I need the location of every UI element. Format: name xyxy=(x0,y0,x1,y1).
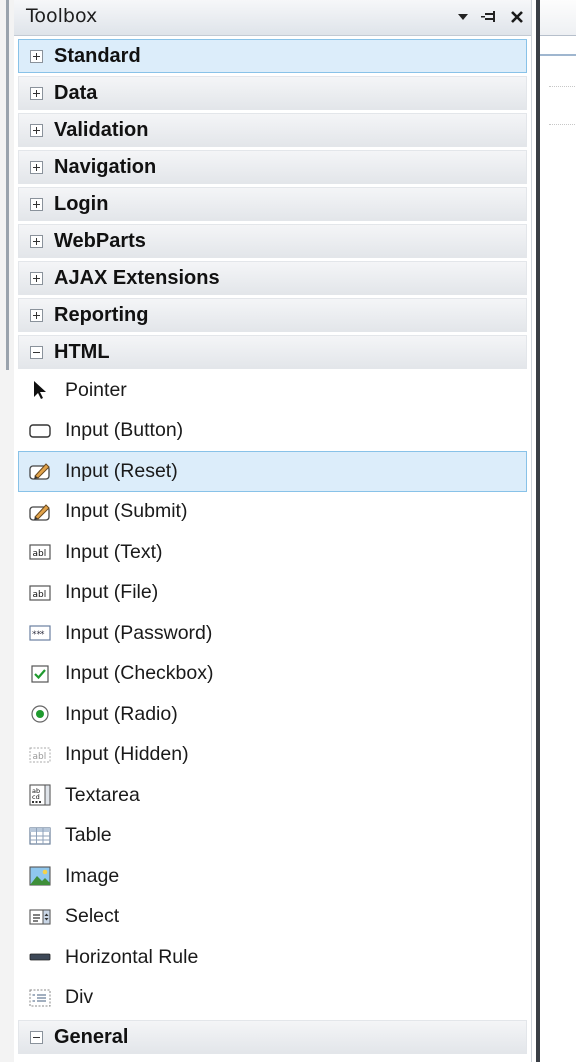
category-label: AJAX Extensions xyxy=(54,266,220,289)
triangle-down-icon[interactable] xyxy=(450,4,476,30)
tool-item-input-button[interactable]: Input (Button) xyxy=(18,411,527,452)
radio-icon xyxy=(29,703,51,725)
expand-icon[interactable] xyxy=(30,308,43,322)
tool-item-label: Textarea xyxy=(65,783,140,806)
reset-pencil-icon xyxy=(29,460,51,482)
tool-item-label: Table xyxy=(65,824,112,847)
category-general[interactable]: General xyxy=(18,1020,527,1054)
dotted-guide xyxy=(549,124,575,125)
tool-item-input-checkbox[interactable]: Input (Checkbox) xyxy=(18,654,527,695)
category-label: Data xyxy=(54,81,98,104)
tool-item-pointer[interactable]: Pointer xyxy=(18,370,527,411)
tool-item-label: Input (Submit) xyxy=(65,500,188,523)
collapse-icon[interactable] xyxy=(30,345,43,359)
svg-text:cd: cd xyxy=(32,793,40,801)
category-label: Navigation xyxy=(54,155,157,178)
vertical-splitter[interactable] xyxy=(536,0,540,1062)
pin-icon[interactable] xyxy=(476,4,502,30)
category-label: Login xyxy=(54,192,109,215)
category-label: WebParts xyxy=(54,229,146,252)
expand-icon[interactable] xyxy=(30,86,43,100)
category-label: Reporting xyxy=(54,303,149,326)
pointer-arrow-icon xyxy=(29,379,51,401)
tool-item-input-text[interactable]: abl Input (Text) xyxy=(18,532,527,573)
file-abl-icon: abl xyxy=(29,582,51,604)
tool-item-label: Pointer xyxy=(65,378,127,401)
toolbox-window: Toolbox Standard Data Validation Navigat… xyxy=(0,0,576,1062)
expand-icon[interactable] xyxy=(30,49,43,63)
textarea-icon: ab cd xyxy=(29,784,51,806)
tool-item-image[interactable]: Image xyxy=(18,856,527,897)
toolbox-titlebar[interactable]: Toolbox xyxy=(14,0,531,36)
tool-item-select[interactable]: Select xyxy=(18,897,527,938)
category-login[interactable]: Login xyxy=(18,187,527,221)
tool-item-label: Input (Checkbox) xyxy=(65,662,214,685)
tool-item-label: Input (Radio) xyxy=(65,702,178,725)
tool-item-label: Input (Text) xyxy=(65,540,163,563)
checkbox-icon xyxy=(29,663,51,685)
toolbox-title: Toolbox xyxy=(26,5,98,27)
tool-item-label: Input (Reset) xyxy=(65,459,178,482)
close-icon[interactable] xyxy=(504,4,530,30)
tool-item-label: Input (Password) xyxy=(65,621,213,644)
expand-icon[interactable] xyxy=(30,271,43,285)
editor-edge xyxy=(533,0,576,1062)
svg-text:abl: abl xyxy=(33,590,47,600)
tool-item-label: Select xyxy=(65,905,120,928)
tool-item-input-radio[interactable]: Input (Radio) xyxy=(18,694,527,735)
tool-item-input-submit[interactable]: Input (Submit) xyxy=(18,492,527,533)
tool-item-label: Input (Button) xyxy=(65,419,184,442)
tool-item-input-file[interactable]: abl Input (File) xyxy=(18,573,527,614)
expand-icon[interactable] xyxy=(30,160,43,174)
svg-text:abl: abl xyxy=(33,549,47,559)
category-reporting[interactable]: Reporting xyxy=(18,298,527,332)
div-icon xyxy=(29,987,51,1009)
category-webparts[interactable]: WebParts xyxy=(18,224,527,258)
category-navigation[interactable]: Navigation xyxy=(18,150,527,184)
button-icon xyxy=(29,420,51,442)
submit-pencil-icon xyxy=(29,501,51,523)
tab-underline xyxy=(540,54,576,56)
document-tab-strip[interactable] xyxy=(540,0,576,36)
tool-item-label: Input (File) xyxy=(65,581,159,604)
toolbox-panel: Toolbox Standard Data Validation Navigat… xyxy=(14,0,532,1062)
tool-item-label: Image xyxy=(65,864,120,887)
category-standard[interactable]: Standard xyxy=(18,39,527,73)
password-icon: ** * xyxy=(29,622,51,644)
category-ajax-extensions[interactable]: AJAX Extensions xyxy=(18,261,527,295)
category-label: General xyxy=(54,1025,129,1048)
image-icon xyxy=(29,865,51,887)
textbox-abl-icon: abl xyxy=(29,541,51,563)
dotted-guide xyxy=(549,86,575,87)
tool-item-input-hidden[interactable]: abl Input (Hidden) xyxy=(18,735,527,776)
select-icon xyxy=(29,906,51,928)
tool-item-label: Div xyxy=(65,986,94,1009)
html-items-list: Pointer Input (Button) Input (Reset) Inp… xyxy=(14,370,531,1018)
collapse-icon[interactable] xyxy=(30,1030,43,1044)
expand-icon[interactable] xyxy=(30,197,43,211)
category-label: Standard xyxy=(54,44,141,67)
category-label: HTML xyxy=(54,340,110,363)
tool-item-label: Horizontal Rule xyxy=(65,945,199,968)
hidden-abl-icon: abl xyxy=(29,744,51,766)
expand-icon[interactable] xyxy=(30,234,43,248)
expand-icon[interactable] xyxy=(30,123,43,137)
category-data[interactable]: Data xyxy=(18,76,527,110)
table-icon xyxy=(29,825,51,847)
svg-text:abl: abl xyxy=(33,752,47,762)
splitter-grip xyxy=(6,0,9,370)
category-label: Validation xyxy=(54,118,149,141)
left-splitter[interactable] xyxy=(0,0,14,1062)
tool-item-label: Input (Hidden) xyxy=(65,743,189,766)
category-html[interactable]: HTML xyxy=(18,335,527,369)
tool-item-input-reset[interactable]: Input (Reset) xyxy=(18,451,527,492)
category-validation[interactable]: Validation xyxy=(18,113,527,147)
tool-item-input-password[interactable]: ** * Input (Password) xyxy=(18,613,527,654)
tool-item-table[interactable]: Table xyxy=(18,816,527,857)
horizontal-rule-icon xyxy=(29,946,51,968)
tool-item-horizontal-rule[interactable]: Horizontal Rule xyxy=(18,937,527,978)
svg-text:*: * xyxy=(40,630,45,640)
tool-item-textarea[interactable]: ab cd Textarea xyxy=(18,775,527,816)
tool-item-div[interactable]: Div xyxy=(18,978,527,1019)
